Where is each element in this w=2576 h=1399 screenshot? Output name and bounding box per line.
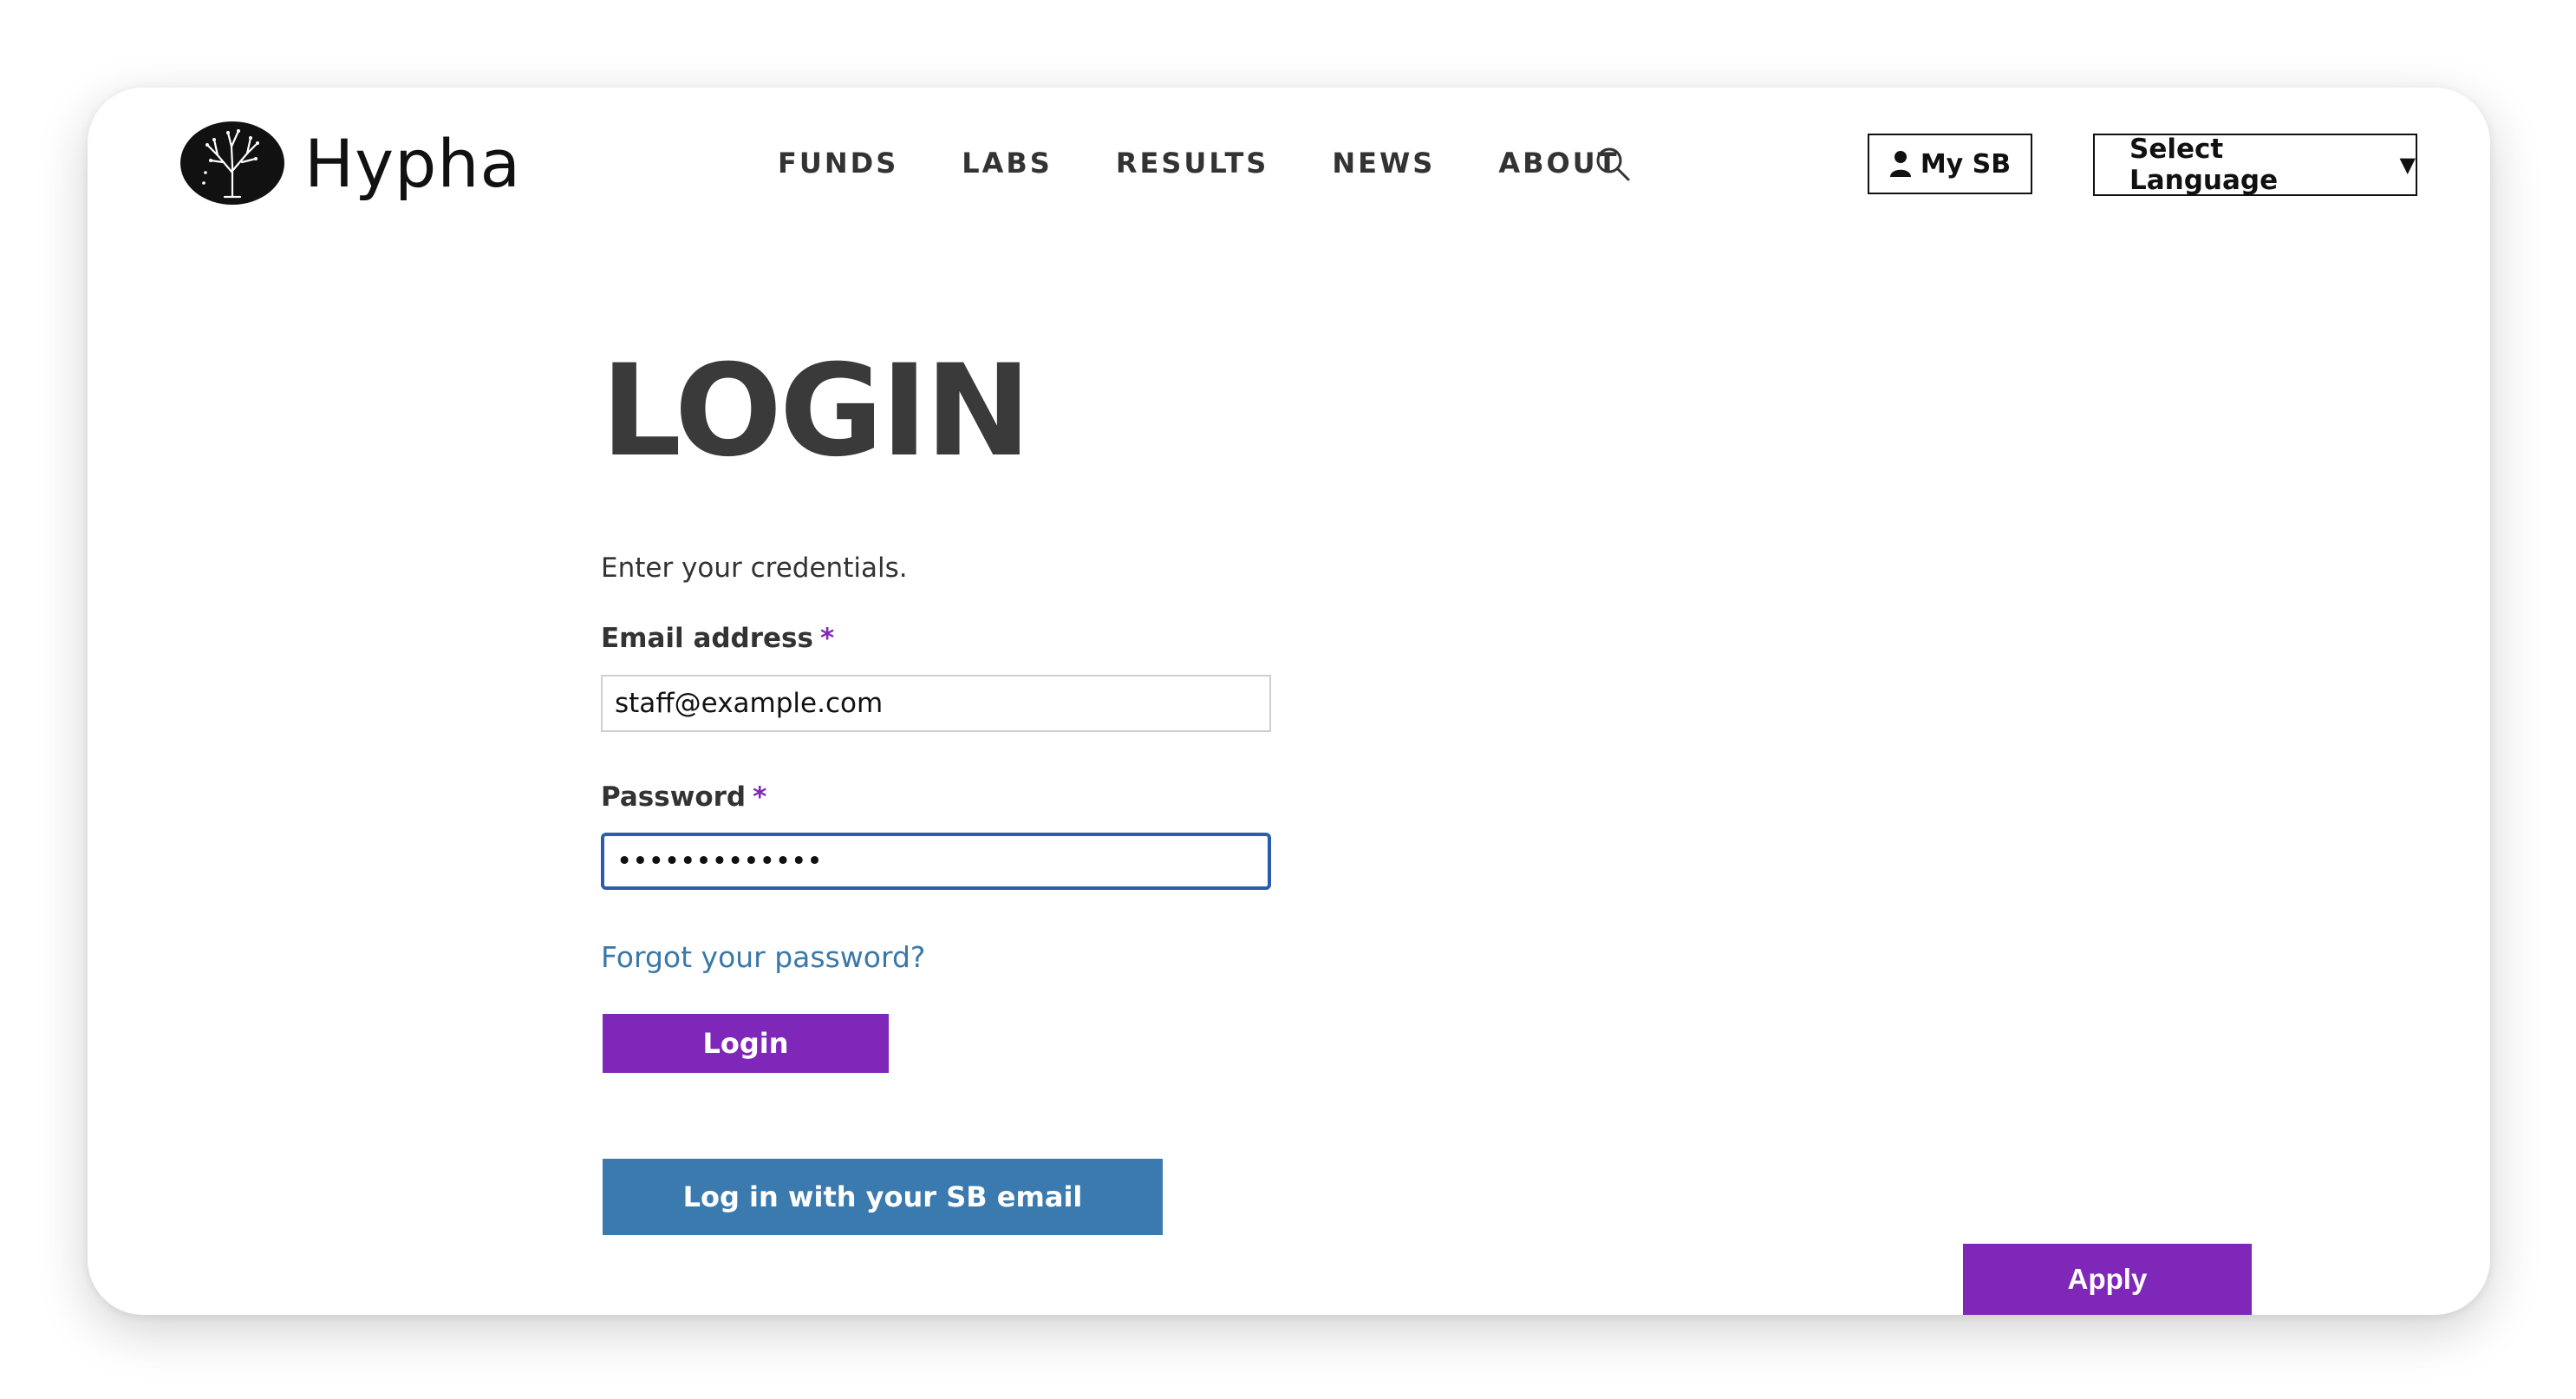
email-label: Email address * [601,623,834,654]
nav-item-labs[interactable]: LABS [962,147,1053,180]
language-select-label: Select Language [2129,134,2279,196]
nav-item-results[interactable]: RESULTS [1116,147,1269,180]
sso-login-button[interactable]: Log in with your SB email [603,1159,1163,1235]
nav-item-funds[interactable]: FUNDS [778,147,898,180]
caret-down-icon: ▼ [2399,153,2416,177]
nav-item-news[interactable]: NEWS [1332,147,1435,180]
search-icon[interactable] [1594,145,1632,183]
password-label-text: Password [601,781,747,813]
tree-logo-icon [180,121,284,205]
logo-text: Hypha [304,124,522,202]
login-intro: Enter your credentials. [601,552,908,584]
apply-button[interactable]: Apply [1963,1244,2252,1315]
language-select[interactable]: Select Language ▼ [2093,134,2417,196]
user-icon [1889,151,1911,177]
site-logo[interactable]: Hypha [179,121,521,206]
page-title: LOGIN [601,337,1031,485]
forgot-password-link[interactable]: Forgot your password? [601,940,925,974]
my-sb-button[interactable]: My SB [1868,134,2032,194]
required-marker: * [819,623,835,654]
password-field[interactable] [601,833,1271,890]
password-label: Password * [601,781,766,813]
my-sb-label: My SB [1920,148,2012,180]
login-button[interactable]: Login [603,1014,889,1073]
email-label-text: Email address [601,623,813,654]
email-field[interactable] [601,675,1271,732]
main-nav: FUNDS LABS RESULTS NEWS ABOUT [778,147,1682,180]
required-marker: * [753,781,767,813]
browser-page: Hypha FUNDS LABS RESULTS NEWS ABOUT My S… [88,88,2490,1315]
